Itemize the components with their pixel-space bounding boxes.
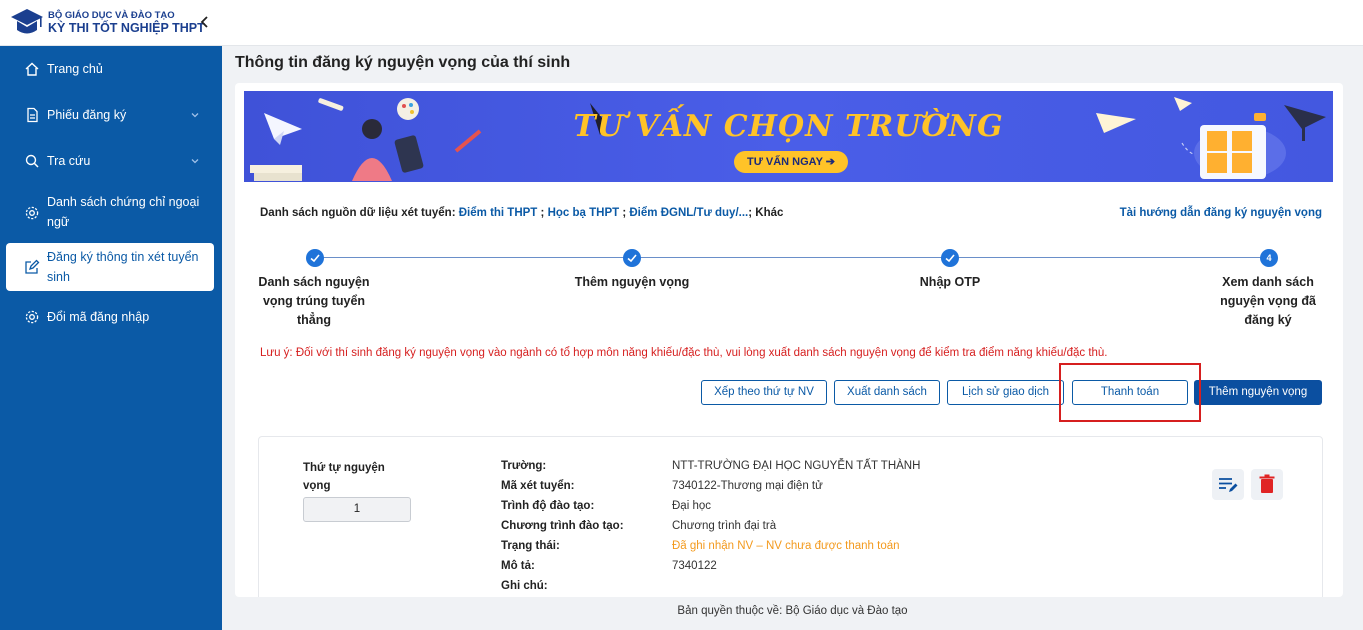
source-link-transcript[interactable]: Học bạ THPT bbox=[548, 207, 620, 219]
sidebar-item-label: Danh sách chứng chỉ ngoại ngữ bbox=[47, 195, 200, 229]
field-label-note: Ghi chú: bbox=[501, 580, 548, 592]
top-bar: BỘ GIÁO DỤC VÀ ĐÀO TẠO KỲ THI TỐT NGHIỆP… bbox=[0, 0, 1363, 46]
sources-prefix: Danh sách nguồn dữ liệu xét tuyển: bbox=[260, 207, 456, 219]
system-name: KỲ THI TỐT NGHIỆP THPT bbox=[48, 21, 205, 35]
sidebar-item-registration-form[interactable]: Phiếu đăng ký bbox=[6, 104, 214, 126]
field-label-school: Trường: bbox=[501, 460, 547, 472]
chevron-down-icon bbox=[191, 159, 199, 164]
home-icon bbox=[25, 62, 39, 76]
field-value-admission-code: 7340122-Thương mại điện tử bbox=[672, 480, 823, 492]
sidebar-item-admission-registration[interactable]: Đăng ký thông tin xét tuyển sinh bbox=[6, 243, 214, 291]
chevron-down-icon bbox=[191, 113, 199, 118]
export-list-button[interactable]: Xuất danh sách bbox=[834, 380, 940, 405]
field-label-status: Trạng thái: bbox=[501, 540, 560, 552]
field-value-school: NTT-TRƯỜNG ĐẠI HỌC NGUYỄN TẤT THÀNH bbox=[672, 460, 921, 472]
main-card: TƯ VẤN CHỌN TRƯỜNG TƯ VẤN NGAY ➔ Danh sá… bbox=[235, 83, 1343, 597]
sidebar-item-lookup[interactable]: Tra cứu bbox=[6, 150, 214, 172]
sidebar-item-home[interactable]: Trang chủ bbox=[6, 58, 214, 80]
add-wish-button[interactable]: Thêm nguyện vọng bbox=[1194, 380, 1322, 405]
sort-by-order-button[interactable]: Xếp theo thứ tự NV bbox=[701, 380, 827, 405]
source-link-aptitude[interactable]: Điểm ĐGNL/Tư duy/... bbox=[629, 207, 748, 219]
sidebar-item-language-certificates[interactable]: Danh sách chứng chỉ ngoại ngữ bbox=[6, 192, 214, 234]
edit-icon bbox=[25, 259, 40, 274]
search-icon bbox=[25, 154, 39, 168]
transaction-history-button[interactable]: Lịch sử giao dịch bbox=[947, 380, 1064, 405]
payment-highlight-box bbox=[1059, 363, 1201, 422]
gear-icon bbox=[25, 310, 39, 324]
field-value-training-level: Đại học bbox=[672, 500, 711, 512]
field-label-description: Mô tả: bbox=[501, 560, 535, 572]
banner-title: TƯ VẤN CHỌN TRƯỜNG bbox=[573, 109, 1004, 144]
step-4-label: Xem danh sách nguyện vọng đã đăng ký bbox=[1220, 275, 1316, 327]
source-other: Khác bbox=[755, 207, 784, 219]
warning-note: Lưu ý: Đối với thí sinh đăng ký nguyện v… bbox=[260, 347, 1108, 359]
step-3-label: Nhập OTP bbox=[919, 275, 981, 289]
sidebar-item-label: Đổi mã đăng nhập bbox=[47, 310, 150, 324]
stepper-line bbox=[315, 257, 1270, 258]
sidebar-item-change-login-code[interactable]: Đổi mã đăng nhập bbox=[6, 306, 214, 328]
wish-order-label: Thứ tự nguyện vọng bbox=[303, 462, 385, 492]
sidebar-item-label: Tra cứu bbox=[47, 154, 91, 168]
page-title: Thông tin đăng ký nguyện vọng của thí si… bbox=[235, 54, 571, 71]
wish-order-input[interactable]: 1 bbox=[303, 497, 411, 522]
sidebar-item-label: Phiếu đăng ký bbox=[47, 108, 127, 122]
trash-icon bbox=[1259, 474, 1275, 493]
sidebar: Trang chủ Phiếu đăng ký Tra cứu Danh sác… bbox=[0, 46, 222, 630]
graduation-cap-logo-icon bbox=[11, 9, 43, 34]
field-value-status: Đã ghi nhận NV – NV chưa được thanh toán bbox=[672, 540, 900, 552]
consulting-banner[interactable]: TƯ VẤN CHỌN TRƯỜNG TƯ VẤN NGAY ➔ bbox=[244, 91, 1333, 182]
chevron-left-icon[interactable] bbox=[197, 14, 213, 30]
sidebar-item-label: Trang chủ bbox=[47, 62, 103, 76]
field-value-program: Chương trình đại trà bbox=[672, 520, 777, 532]
footer-copyright: Bản quyền thuộc về: Bộ Giáo dục và Đào t… bbox=[677, 605, 908, 617]
field-value-description: 7340122 bbox=[672, 560, 717, 572]
edit-list-icon bbox=[1219, 478, 1238, 492]
wish-card: Thứ tự nguyện vọng 1 Trường: NTT-TRƯỜNG … bbox=[258, 436, 1323, 597]
step-3-check-icon bbox=[941, 249, 959, 267]
step-4-number: 4 bbox=[1260, 249, 1278, 267]
field-label-admission-code: Mã xét tuyển: bbox=[501, 480, 575, 492]
download-guide-link[interactable]: Tài hướng dẫn đăng ký nguyện vọng bbox=[1120, 207, 1322, 219]
step-1-check-icon bbox=[306, 249, 324, 267]
consult-now-button[interactable]: TƯ VẤN NGAY ➔ bbox=[734, 151, 848, 173]
sidebar-item-label: Đăng ký thông tin xét tuyển sinh bbox=[47, 250, 199, 284]
data-sources: Danh sách nguồn dữ liệu xét tuyển: Điểm … bbox=[260, 207, 784, 219]
delete-wish-button[interactable] bbox=[1251, 469, 1283, 500]
step-1-label: Danh sách nguyện vọng trúng tuyển thẳng bbox=[258, 275, 370, 327]
field-label-program: Chương trình đào tạo: bbox=[501, 520, 624, 532]
field-label-training-level: Trình độ đào tạo: bbox=[501, 500, 595, 512]
source-link-thpt-scores[interactable]: Điểm thi THPT bbox=[459, 207, 538, 219]
step-2-label: Thêm nguyện vọng bbox=[574, 275, 690, 289]
logo[interactable]: BỘ GIÁO DỤC VÀ ĐÀO TẠO KỲ THI TỐT NGHIỆP… bbox=[10, 6, 205, 38]
edit-wish-button[interactable] bbox=[1212, 469, 1244, 500]
step-2-check-icon bbox=[623, 249, 641, 267]
document-icon bbox=[27, 107, 38, 123]
gear-icon bbox=[25, 206, 39, 220]
